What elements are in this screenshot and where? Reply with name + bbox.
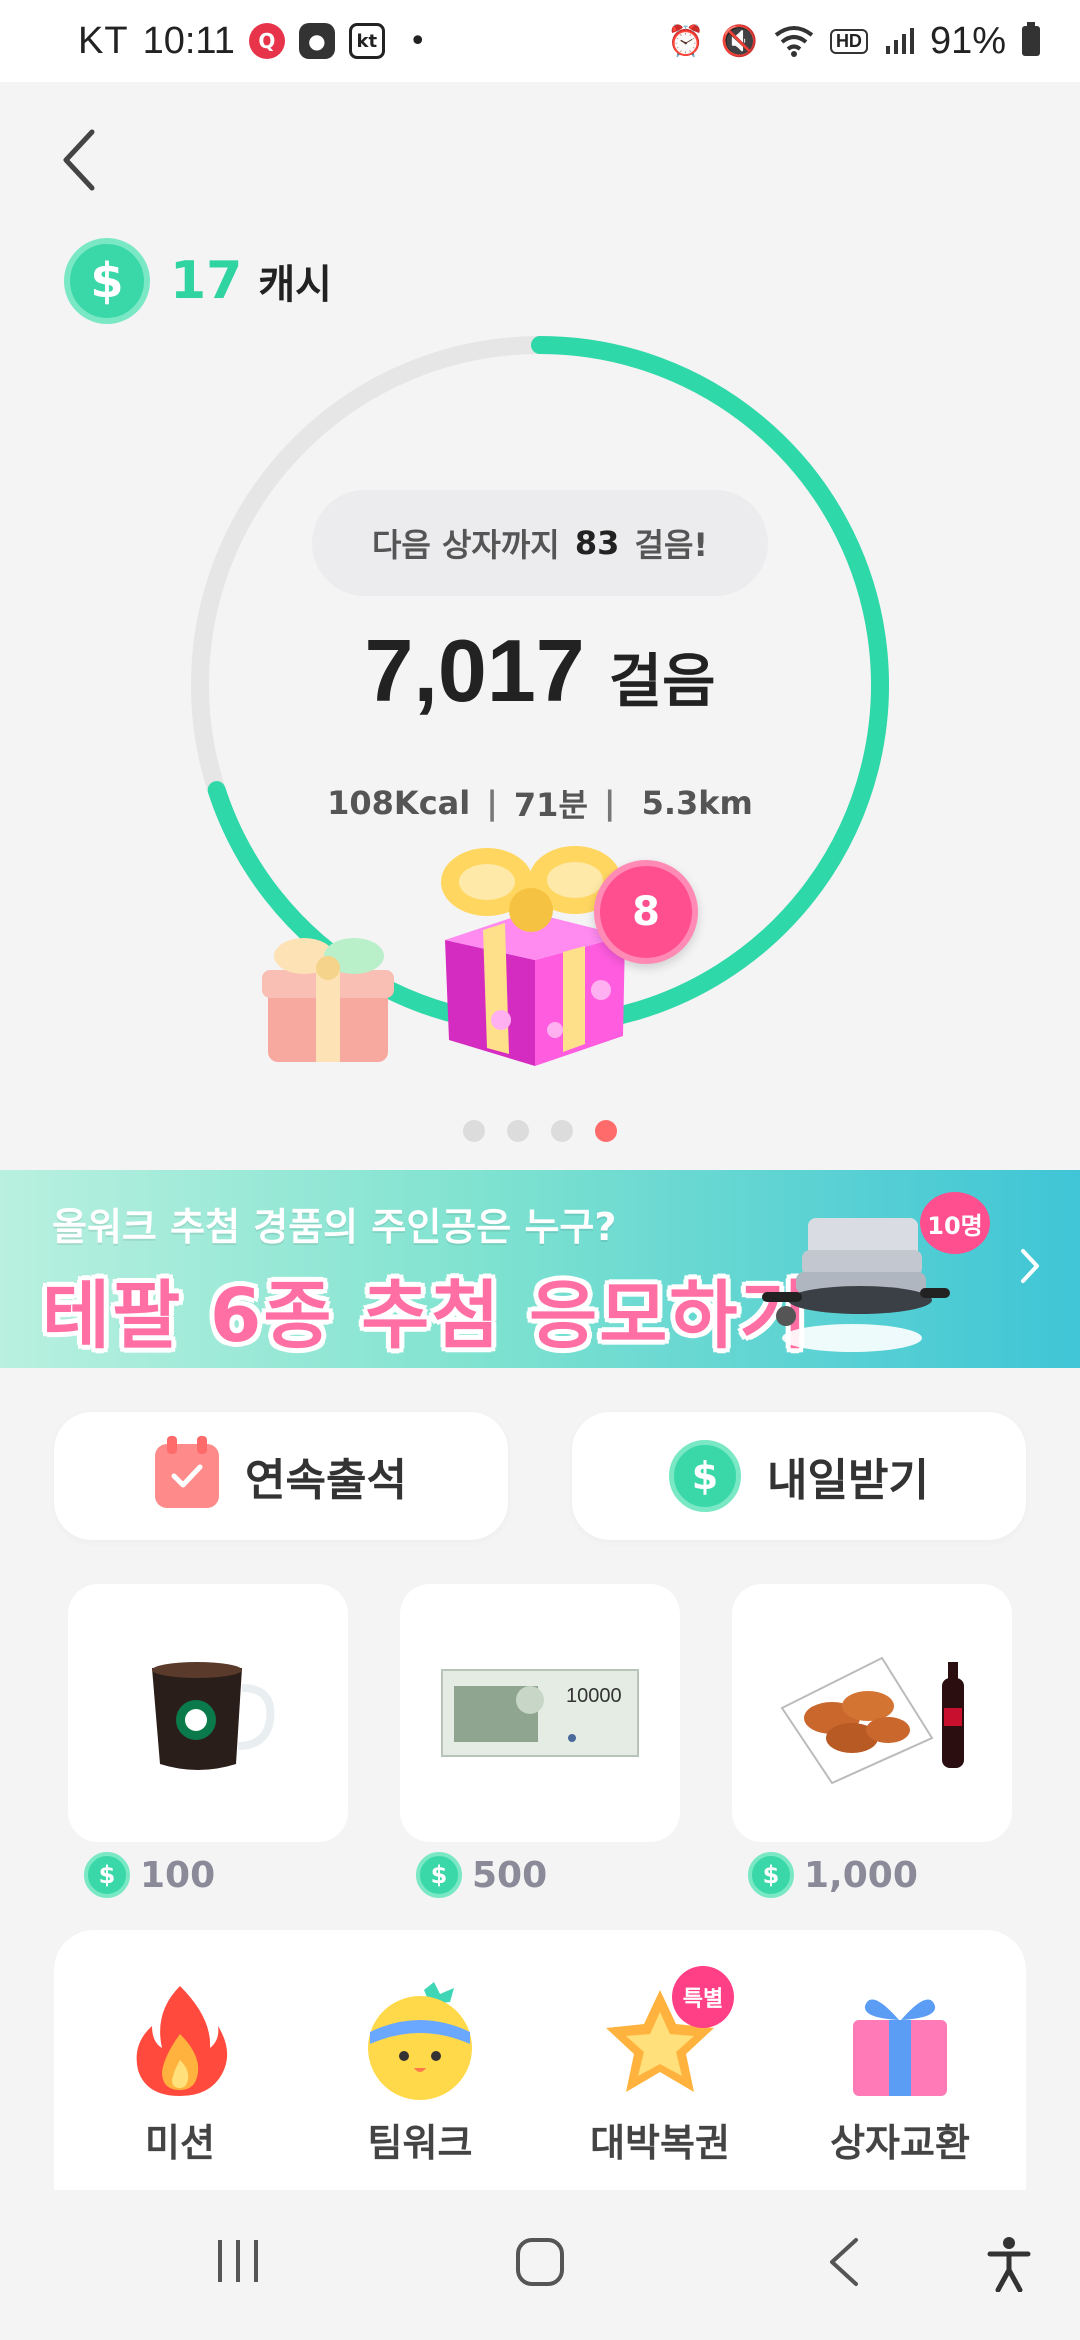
menu-label: 팀워크	[367, 2121, 473, 2165]
pager-dot[interactable]	[507, 1120, 529, 1142]
clock: 10:11	[142, 19, 235, 62]
coin-icon: $	[84, 1852, 130, 1898]
chevron-left-icon	[63, 129, 95, 191]
recent-apps-button[interactable]	[214, 2236, 262, 2286]
cash-amount: 17	[170, 251, 243, 311]
gift-voucher-icon: 10000	[441, 1669, 639, 1757]
menu-item-teamwork[interactable]: 팀워크	[320, 1980, 520, 2170]
small-gift-box-icon[interactable]	[258, 930, 398, 1070]
status-right: ⏰ 🔇 HD 91%	[667, 20, 1040, 63]
cash-unit: 캐시	[258, 262, 332, 308]
voucher-value: 10000	[566, 1685, 622, 1707]
menu-item-box-exchange[interactable]: 상자교환	[800, 1980, 1000, 2170]
goal-suffix: 걸음!	[634, 526, 709, 564]
reward-price-coffee: $ 100	[84, 1852, 215, 1898]
pager-dot[interactable]	[463, 1120, 485, 1142]
pager-dot[interactable]	[551, 1120, 573, 1142]
battery-icon	[1022, 22, 1040, 56]
activity-stats: 108Kcal | 71분 | 5.3km	[0, 780, 1080, 826]
goal-steps: 83	[574, 524, 620, 562]
reward-price-voucher: $ 500	[416, 1852, 547, 1898]
banner-badge: 10명	[920, 1192, 990, 1254]
menu-label: 상자교환	[830, 2121, 970, 2165]
special-badge: 특별	[672, 1966, 734, 2028]
talk-app-icon: ●	[298, 23, 335, 59]
promo-banner[interactable]: 올워크 추첨 경품의 주인공은 누구? 테팔 6종 추첨 응모하기 10명	[0, 1170, 1080, 1368]
smiley-icon	[360, 1980, 480, 2100]
banner-subtitle: 올워크 추첨 경품의 주인공은 누구?	[52, 1205, 617, 1249]
pager-dot[interactable]	[595, 1120, 617, 1142]
coin-icon: $	[748, 1852, 794, 1898]
coin-icon: $	[416, 1852, 462, 1898]
distance-stat: 5.3km	[641, 784, 753, 822]
star-icon: 특별	[600, 1966, 734, 2100]
goal-prefix: 다음 상자까지	[371, 526, 560, 564]
banner-title: 테팔 6종 추첨 응모하기	[42, 1273, 810, 1359]
coffee-mug-icon	[152, 1662, 275, 1770]
gift-count-badge: 8	[594, 860, 698, 964]
back-button[interactable]	[48, 125, 108, 195]
cash-coin-icon: $	[64, 238, 150, 324]
menu-item-lottery[interactable]: 특별 대박복권	[560, 1966, 760, 2170]
step-count: 7,017	[364, 621, 585, 720]
kcal-stat: 108Kcal	[327, 784, 471, 822]
q-app-icon: Q	[248, 23, 285, 59]
stat-separator: |	[486, 784, 498, 822]
menu-label: 미션	[145, 2121, 215, 2165]
reward-price-value: 100	[140, 1854, 216, 1896]
battery-percent: 91%	[929, 19, 1006, 62]
chevron-right-icon	[1021, 1249, 1039, 1283]
carrier-label: KT	[78, 19, 129, 62]
alarm-icon: ⏰	[667, 24, 705, 58]
reward-price-value: 1,000	[804, 1854, 918, 1896]
status-bar: KT 10:11 Q ● kt • ⏰ 🔇 HD 91%	[0, 0, 1080, 82]
step-progress-area: 다음 상자까지 83 걸음! 7,017 걸음 108Kcal | 71분 | …	[0, 320, 1080, 1140]
reward-price-value: 500	[472, 1854, 548, 1896]
menu-label: 대박복권	[590, 2121, 730, 2165]
coin-icon: $	[669, 1440, 742, 1512]
next-box-goal: 다음 상자까지 83 걸음!	[312, 490, 768, 596]
menu-item-mission[interactable]: 미션	[80, 1980, 280, 2170]
system-back-button[interactable]	[826, 2236, 862, 2288]
receive-tomorrow-button[interactable]: $ 내일받기	[572, 1412, 1026, 1540]
signal-icon	[885, 28, 914, 54]
calendar-check-icon	[155, 1436, 220, 1508]
mute-icon: 🔇	[720, 24, 758, 58]
reward-card-chicken[interactable]	[732, 1584, 1012, 1842]
reward-card-voucher[interactable]: 10000	[400, 1584, 680, 1842]
status-left: KT 10:11 Q ● kt •	[78, 20, 427, 63]
gift-box-icon	[845, 1980, 955, 2100]
chicken-and-cola-icon	[780, 1656, 964, 1785]
wifi-icon	[774, 26, 814, 57]
receive-tomorrow-label: 내일받기	[767, 1455, 929, 1506]
feature-menu: 미션 팀워크 특별 대박복권 상자교환	[54, 1930, 1026, 2190]
attendance-label: 연속출석	[245, 1455, 407, 1506]
stat-separator: |	[603, 784, 616, 822]
fire-icon	[130, 1980, 230, 2100]
home-button[interactable]	[514, 2236, 566, 2288]
minutes-stat: 71분	[513, 786, 588, 824]
hd-voice-icon: HD	[829, 28, 868, 54]
check-icon	[171, 1464, 203, 1488]
reward-price-chicken: $ 1,000	[748, 1852, 918, 1898]
notification-dot: •	[408, 23, 427, 59]
system-navigation-bar	[0, 2196, 1080, 2340]
accessibility-icon[interactable]	[986, 2236, 1032, 2292]
page-indicator	[0, 1120, 1080, 1142]
step-count-row: 7,017 걸음	[0, 620, 1080, 722]
kt-app-icon: kt	[348, 23, 385, 59]
attendance-button[interactable]: 연속출석	[54, 1412, 508, 1540]
cash-balance: $ 17 캐시	[64, 238, 332, 324]
step-unit: 걸음	[608, 647, 716, 715]
reward-card-coffee[interactable]	[68, 1584, 348, 1842]
